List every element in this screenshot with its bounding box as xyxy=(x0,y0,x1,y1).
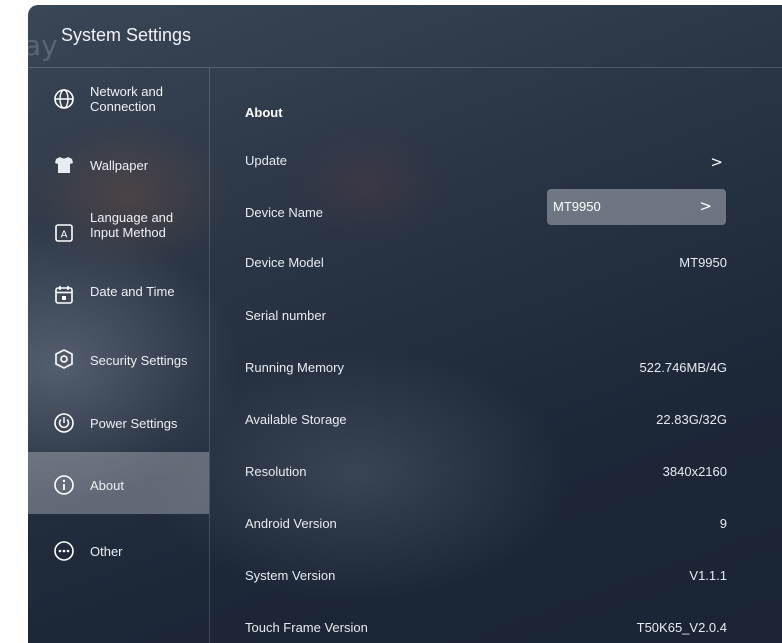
sidebar-item-label: Language and Input Method xyxy=(90,210,174,240)
info-icon xyxy=(54,475,74,495)
sidebar-item-label: Wallpaper xyxy=(90,158,149,173)
sidebar-item-about[interactable]: About xyxy=(28,452,209,514)
sidebar-item-label: About xyxy=(90,478,124,493)
row-value: T50K65_V2.0.4 xyxy=(636,620,727,635)
header-bar: System Settings xyxy=(28,5,782,68)
svg-text:A: A xyxy=(61,230,68,241)
android-version-row: Android Version 9 xyxy=(245,512,727,536)
row-label: Serial number xyxy=(245,308,326,323)
sidebar-item-date-time[interactable]: Date and Time xyxy=(28,260,209,322)
settings-window: ay System Settings Network and Connectio… xyxy=(28,5,782,643)
row-value: V1.1.1 xyxy=(689,568,727,583)
device-name-field[interactable]: MT9950 > xyxy=(547,189,726,225)
shirt-icon xyxy=(55,157,73,173)
row-label: Android Version xyxy=(245,516,337,531)
device-name-value: MT9950 xyxy=(553,199,601,214)
device-model-row: Device Model MT9950 xyxy=(245,251,727,275)
power-icon xyxy=(54,413,74,433)
running-memory-row: Running Memory 522.746MB/4G xyxy=(245,356,727,380)
resolution-row: Resolution 3840x2160 xyxy=(245,460,727,484)
shield-icon xyxy=(55,349,73,369)
section-title: About xyxy=(245,105,283,120)
more-icon xyxy=(54,541,74,561)
row-value: MT9950 xyxy=(679,255,727,270)
about-panel: About Update > Device Name MT9950 > Devi… xyxy=(210,68,782,643)
update-row[interactable]: Update > xyxy=(245,149,727,173)
sidebar-item-wallpaper[interactable]: Wallpaper xyxy=(28,132,209,194)
sidebar-item-label: Other xyxy=(90,544,123,559)
chevron-right-icon: > xyxy=(699,197,712,215)
row-value: 522.746MB/4G xyxy=(639,360,727,375)
sidebar-item-label: Network and Connection xyxy=(90,84,163,114)
sidebar-item-label: Security Settings xyxy=(90,353,188,368)
row-label: Running Memory xyxy=(245,360,344,375)
available-storage-row: Available Storage 22.83G/32G xyxy=(245,408,727,432)
calendar-icon xyxy=(55,286,73,304)
row-label: Device Model xyxy=(245,255,324,270)
app-title: System Settings xyxy=(61,25,192,45)
sidebar-item-language[interactable]: A Language and Input Method xyxy=(28,196,209,258)
sidebar-item-label: Date and Time xyxy=(90,284,175,299)
chevron-right-icon: > xyxy=(710,153,723,171)
serial-number-row: Serial number xyxy=(245,304,727,328)
row-value: 22.83G/32G xyxy=(656,412,727,427)
sidebar: Network and Connection Wallpaper A Langu… xyxy=(28,68,210,643)
row-label: Available Storage xyxy=(245,412,347,427)
keyboard-letter-icon: A xyxy=(55,224,73,242)
row-label: Touch Frame Version xyxy=(245,620,368,635)
sidebar-item-label: Power Settings xyxy=(90,416,178,431)
sidebar-item-power[interactable]: Power Settings xyxy=(28,388,209,450)
sidebar-item-network[interactable]: Network and Connection xyxy=(28,68,209,130)
sidebar-item-security[interactable]: Security Settings xyxy=(28,324,209,386)
system-version-row: System Version V1.1.1 xyxy=(245,564,727,588)
globe-icon xyxy=(54,89,74,109)
row-value: 9 xyxy=(719,516,727,531)
row-label: System Version xyxy=(245,568,336,583)
row-label: Resolution xyxy=(245,464,307,479)
row-label: Device Name xyxy=(245,205,324,220)
touch-frame-version-row: Touch Frame Version T50K65_V2.0.4 xyxy=(245,616,727,640)
row-value: 3840x2160 xyxy=(662,464,727,479)
row-label: Update xyxy=(245,153,287,168)
sidebar-item-other[interactable]: Other xyxy=(28,516,209,578)
